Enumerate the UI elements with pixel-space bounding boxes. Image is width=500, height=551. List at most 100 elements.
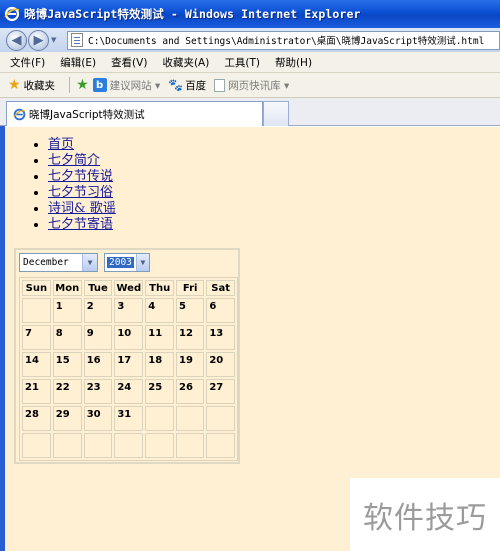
history-dropdown-icon[interactable]: ▼ bbox=[51, 36, 61, 44]
calendar-day[interactable]: 31 bbox=[114, 406, 144, 431]
nav-item: 七夕节习俗 bbox=[48, 185, 116, 201]
chevron-down-icon[interactable]: ▼ bbox=[135, 254, 149, 271]
nav-link-poems[interactable]: 诗词& 歌谣 bbox=[48, 201, 116, 216]
web-slice-gallery-link[interactable]: 网页快讯库 ▾ bbox=[214, 78, 289, 93]
window-title: 晓博JavaScript特效测试 - Windows Internet Expl… bbox=[24, 7, 361, 21]
calendar-day[interactable]: 9 bbox=[83, 325, 113, 350]
calendar-day[interactable]: 21 bbox=[22, 379, 51, 404]
nav-item: 七夕节寄语 bbox=[48, 217, 116, 233]
calendar-day[interactable] bbox=[22, 298, 51, 323]
calendar-day[interactable] bbox=[176, 406, 205, 431]
calendar-day[interactable] bbox=[145, 433, 175, 458]
calendar-day[interactable] bbox=[206, 433, 235, 458]
calendar-day[interactable]: 11 bbox=[145, 325, 175, 350]
calendar-day[interactable]: 18 bbox=[145, 352, 175, 377]
calendar-day[interactable]: 2 bbox=[83, 298, 113, 323]
menu-view[interactable]: 查看(V) bbox=[111, 55, 147, 70]
calendar-day[interactable]: 23 bbox=[83, 379, 113, 404]
calendar-selectors: December ▼ 2003 ▼ bbox=[19, 253, 150, 272]
calendar-day[interactable] bbox=[52, 433, 82, 458]
address-bar[interactable]: C:\Documents and Settings\Administrator\… bbox=[67, 30, 500, 50]
web-slice-gallery-label: 网页快讯库 ▾ bbox=[228, 79, 290, 92]
calendar-week-row bbox=[22, 433, 235, 458]
chevron-down-icon[interactable]: ▼ bbox=[82, 254, 97, 271]
nav-link-home[interactable]: 首页 bbox=[48, 137, 74, 152]
favorites-bar: ★ 收藏夹 ★ b 建议网站 ▾ 🐾 百度 网页快讯库 ▾ bbox=[0, 73, 500, 98]
calendar-day[interactable]: 30 bbox=[83, 406, 113, 431]
suggested-sites-icon: b bbox=[92, 78, 107, 92]
calendar-day[interactable]: 24 bbox=[114, 379, 144, 404]
calendar-day[interactable] bbox=[114, 433, 144, 458]
baidu-paw-icon: 🐾 bbox=[168, 78, 184, 92]
weekday-header-row: Sun Mon Tue Wed Thu Fri Sat bbox=[22, 280, 235, 296]
year-value: 2003 bbox=[107, 257, 134, 268]
calendar-day[interactable]: 5 bbox=[176, 298, 205, 323]
calendar-day[interactable] bbox=[176, 433, 205, 458]
calendar-day[interactable]: 4 bbox=[145, 298, 175, 323]
tab-row: 晓博JavaScript特效测试 bbox=[0, 98, 500, 126]
calendar-day[interactable]: 7 bbox=[22, 325, 51, 350]
address-text[interactable]: C:\Documents and Settings\Administrator\… bbox=[88, 33, 484, 47]
calendar-week-row: 28 29 30 31 bbox=[22, 406, 235, 431]
nav-link-intro[interactable]: 七夕简介 bbox=[48, 153, 100, 168]
new-tab-button[interactable] bbox=[263, 101, 289, 126]
menu-file[interactable]: 文件(F) bbox=[10, 55, 45, 70]
favorites-star-icon: ★ bbox=[8, 77, 21, 93]
year-select[interactable]: 2003 ▼ bbox=[104, 253, 150, 272]
suggested-sites-link[interactable]: b 建议网站 ▾ bbox=[92, 78, 160, 93]
add-favorite-icon[interactable]: ★ bbox=[76, 77, 89, 93]
menu-help[interactable]: 帮助(H) bbox=[275, 55, 312, 70]
weekday-fri: Fri bbox=[176, 280, 205, 296]
weekday-mon: Mon bbox=[52, 280, 82, 296]
calendar-day[interactable]: 1 bbox=[52, 298, 82, 323]
watermark: 软件技巧 bbox=[350, 478, 500, 551]
calendar-grid: Sun Mon Tue Wed Thu Fri Sat 1 2 3 4 5 6 … bbox=[19, 277, 238, 461]
calendar-week-row: 7 8 9 10 11 12 13 bbox=[22, 325, 235, 350]
calendar-day[interactable]: 22 bbox=[52, 379, 82, 404]
calendar-day[interactable]: 28 bbox=[22, 406, 51, 431]
menu-favorites[interactable]: 收藏夹(A) bbox=[162, 55, 209, 70]
month-select[interactable]: December ▼ bbox=[19, 253, 98, 272]
calendar-week-row: 21 22 23 24 25 26 27 bbox=[22, 379, 235, 404]
calendar-day[interactable] bbox=[206, 406, 235, 431]
calendar-day[interactable]: 17 bbox=[114, 352, 144, 377]
nav-link-legend[interactable]: 七夕节传说 bbox=[48, 169, 113, 184]
calendar-day[interactable]: 8 bbox=[52, 325, 82, 350]
calendar-day[interactable]: 3 bbox=[114, 298, 144, 323]
baidu-link[interactable]: 🐾 百度 bbox=[168, 78, 206, 93]
calendar-day[interactable]: 10 bbox=[114, 325, 144, 350]
calendar-day[interactable]: 26 bbox=[176, 379, 205, 404]
divider bbox=[69, 77, 71, 93]
tab-current[interactable]: 晓博JavaScript特效测试 bbox=[6, 101, 263, 126]
calendar-day[interactable]: 14 bbox=[22, 352, 51, 377]
window-title-bar[interactable]: 晓博JavaScript特效测试 - Windows Internet Expl… bbox=[0, 0, 500, 28]
calendar-week-row: 1 2 3 4 5 6 bbox=[22, 298, 235, 323]
nav-item: 首页 bbox=[48, 137, 116, 153]
calendar-day[interactable]: 13 bbox=[206, 325, 235, 350]
nav-link-wishes[interactable]: 七夕节寄语 bbox=[48, 217, 113, 232]
calendar-day[interactable]: 29 bbox=[52, 406, 82, 431]
calendar-day[interactable]: 19 bbox=[176, 352, 205, 377]
menu-bar: 文件(F) 编辑(E) 查看(V) 收藏夹(A) 工具(T) 帮助(H) bbox=[0, 52, 500, 73]
ie-tab-icon bbox=[13, 108, 26, 120]
calendar-day[interactable]: 6 bbox=[206, 298, 235, 323]
calendar-day[interactable]: 27 bbox=[206, 379, 235, 404]
weekday-thu: Thu bbox=[145, 280, 175, 296]
calendar: December ▼ 2003 ▼ Sun Mon Tue Wed Thu Fr… bbox=[14, 248, 240, 464]
forward-button[interactable]: ▶ bbox=[28, 29, 49, 51]
favorites-button[interactable]: ★ 收藏夹 bbox=[8, 77, 55, 93]
back-button[interactable]: ◀ bbox=[6, 29, 27, 51]
menu-edit[interactable]: 编辑(E) bbox=[60, 55, 96, 70]
calendar-day[interactable] bbox=[145, 406, 175, 431]
calendar-day[interactable]: 12 bbox=[176, 325, 205, 350]
menu-tools[interactable]: 工具(T) bbox=[224, 55, 260, 70]
calendar-day[interactable]: 25 bbox=[145, 379, 175, 404]
calendar-day[interactable] bbox=[83, 433, 113, 458]
nav-link-customs[interactable]: 七夕节习俗 bbox=[48, 185, 113, 200]
calendar-day[interactable]: 20 bbox=[206, 352, 235, 377]
calendar-day[interactable]: 16 bbox=[83, 352, 113, 377]
address-row: ◀ ▶ ▼ C:\Documents and Settings\Administ… bbox=[0, 28, 500, 52]
nav-list: 首页 七夕简介 七夕节传说 七夕节习俗 诗词& 歌谣 七夕节寄语 bbox=[35, 137, 116, 233]
calendar-day[interactable]: 15 bbox=[52, 352, 82, 377]
calendar-day[interactable] bbox=[22, 433, 51, 458]
